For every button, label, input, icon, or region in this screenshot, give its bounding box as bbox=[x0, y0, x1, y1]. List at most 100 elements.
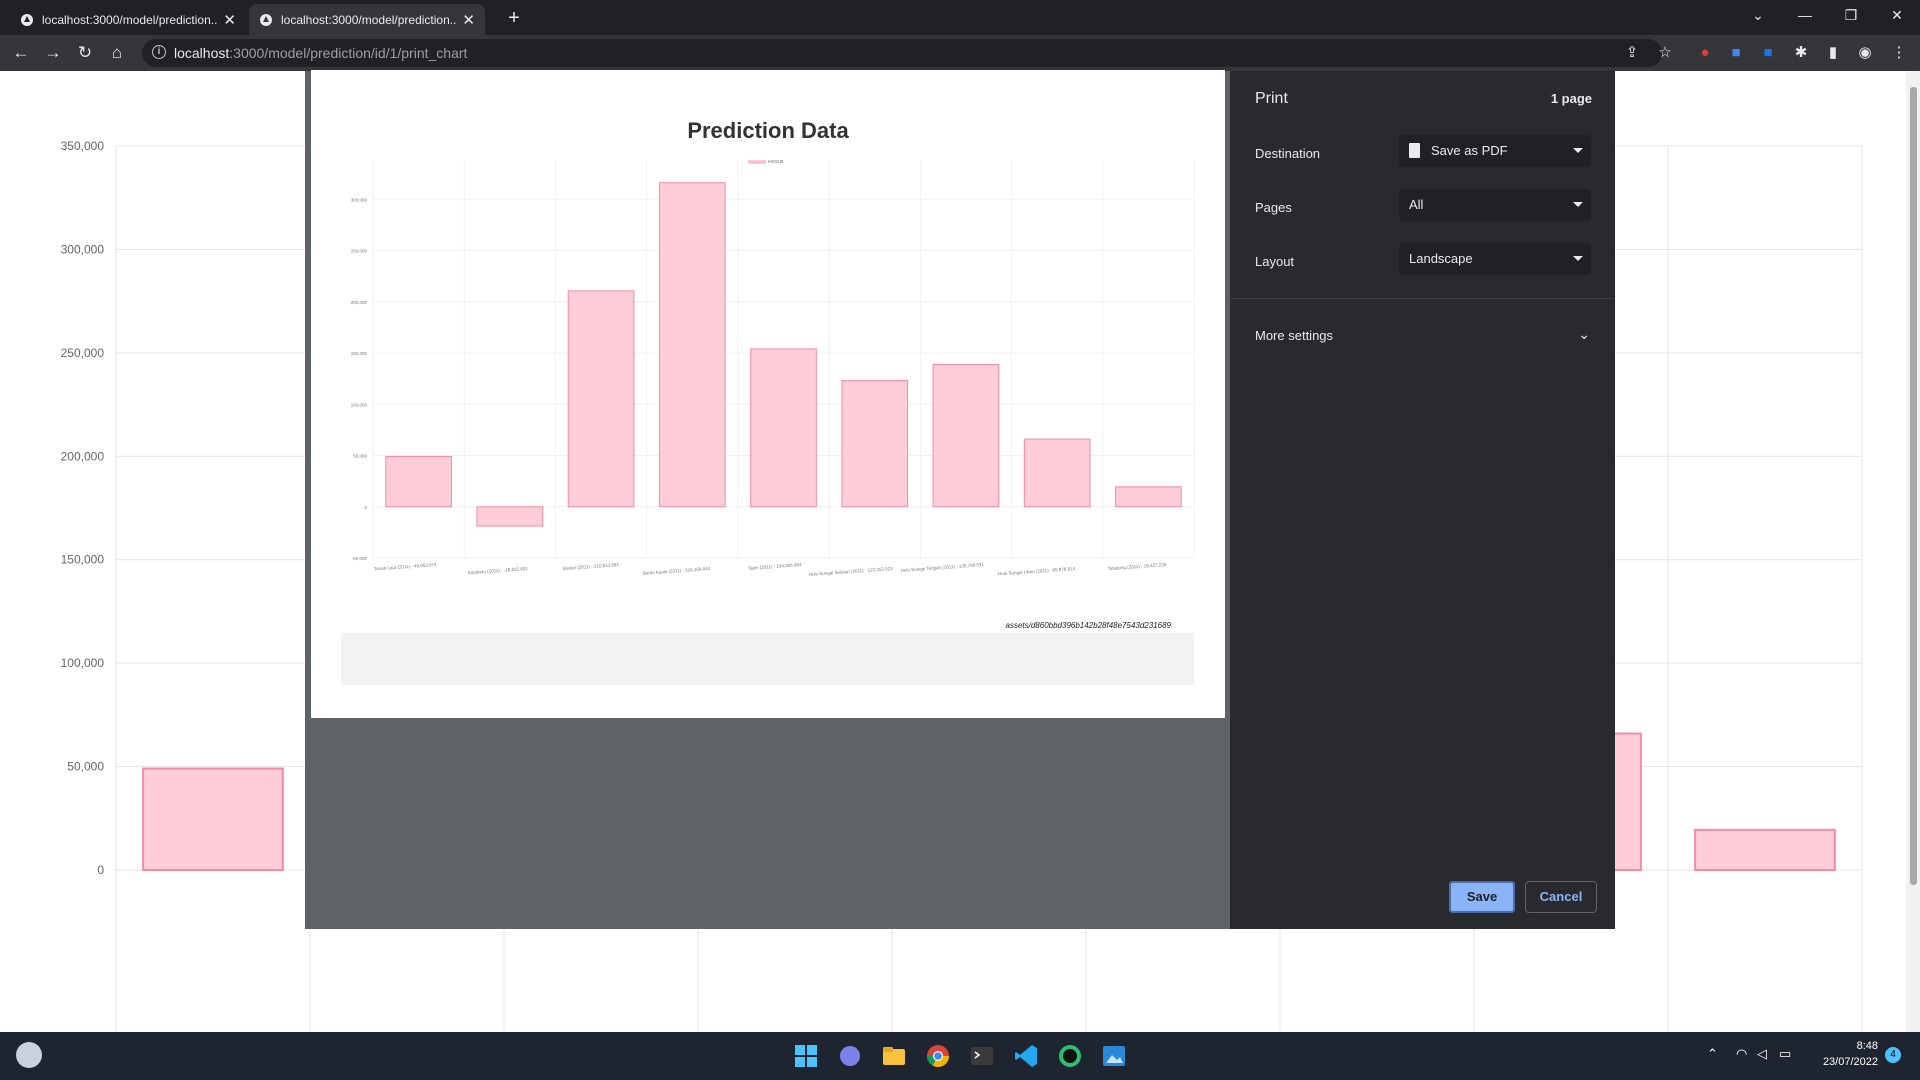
url-host: localhost bbox=[174, 45, 230, 61]
forward-icon[interactable]: → bbox=[39, 39, 67, 67]
globe-icon bbox=[259, 13, 273, 27]
legend-label: Result bbox=[768, 160, 784, 165]
x-tick-label: Hulu Sungai Tengah (2011) - 138,758.531 bbox=[900, 562, 984, 573]
terminal-icon[interactable] bbox=[966, 1040, 998, 1072]
dropdown-arrow-icon bbox=[1573, 148, 1583, 153]
home-icon[interactable]: ⌂ bbox=[103, 39, 131, 67]
tab-strip: localhost:3000/model/prediction... ✕ loc… bbox=[0, 0, 1920, 35]
browser-tab[interactable]: localhost:3000/model/prediction... ✕ bbox=[10, 4, 246, 35]
y-tick-label: 150,000 bbox=[351, 351, 368, 356]
battery-icon[interactable]: ▭ bbox=[1779, 1046, 1791, 1062]
y-tick-label: 300,000 bbox=[351, 197, 368, 202]
hs-app-icon[interactable] bbox=[1054, 1040, 1086, 1072]
pages-label: Pages bbox=[1255, 200, 1292, 215]
clock-date: 23/07/2022 bbox=[1822, 1056, 1878, 1068]
restore-icon[interactable]: ❐ bbox=[1828, 0, 1874, 30]
chart-bar bbox=[1694, 828, 1836, 871]
chart-bar bbox=[658, 182, 726, 508]
y-tick-label: 350,000 bbox=[61, 139, 105, 153]
dropdown-arrow-icon bbox=[1573, 256, 1583, 261]
info-icon[interactable]: i bbox=[152, 45, 166, 59]
photos-icon[interactable] bbox=[1098, 1040, 1130, 1072]
bookmark-star-icon[interactable]: ☆ bbox=[1654, 42, 1676, 64]
pages-select[interactable]: All bbox=[1399, 189, 1591, 221]
vscode-icon[interactable] bbox=[1010, 1040, 1042, 1072]
url-path: :3000/model/prediction/id/1/print_chart bbox=[229, 45, 468, 61]
chrome-icon[interactable] bbox=[922, 1040, 954, 1072]
destination-select[interactable]: Save as PDF bbox=[1399, 135, 1591, 167]
scrollbar-thumb[interactable] bbox=[1910, 87, 1917, 885]
minimize-icon[interactable]: — bbox=[1782, 0, 1828, 30]
cancel-button[interactable]: Cancel bbox=[1525, 881, 1597, 913]
x-tick-label: Barito Kuala (2011) - 316,158.844 bbox=[643, 566, 711, 576]
window-close-icon[interactable]: ✕ bbox=[1874, 0, 1920, 30]
y-tick-label: 200,000 bbox=[61, 449, 105, 463]
page-title: Prediction Data bbox=[687, 118, 849, 143]
translate-extension-icon[interactable]: ■ bbox=[1725, 42, 1747, 64]
chart-bar bbox=[932, 364, 1000, 508]
y-tick-label: 100,000 bbox=[61, 656, 105, 670]
start-icon[interactable] bbox=[790, 1040, 822, 1072]
close-icon[interactable]: ✕ bbox=[223, 11, 236, 29]
back-icon[interactable]: ← bbox=[7, 39, 35, 67]
extensions-puzzle-icon[interactable]: ✱ bbox=[1790, 42, 1812, 64]
side-panel-icon[interactable]: ▮ bbox=[1822, 42, 1844, 64]
system-clock[interactable]: 8:48 23/07/2022 bbox=[1810, 1038, 1878, 1070]
new-tab-button[interactable]: + bbox=[500, 4, 528, 32]
print-title: Print bbox=[1255, 90, 1288, 107]
y-tick-label: 50,000 bbox=[67, 760, 104, 774]
weather-icon[interactable] bbox=[16, 1042, 42, 1068]
close-icon[interactable]: ✕ bbox=[462, 11, 475, 29]
x-tick-label: Tapin (2011) - 154,006.984 bbox=[748, 562, 802, 571]
layout-select[interactable]: Landscape bbox=[1399, 243, 1591, 275]
taskbar: ⌃ ◠ ◁ ▭ 8:48 23/07/2022 4 bbox=[0, 1032, 1920, 1080]
volume-icon[interactable]: ◁ bbox=[1757, 1046, 1767, 1062]
reload-icon[interactable]: ↻ bbox=[71, 39, 99, 67]
file-explorer-icon[interactable] bbox=[878, 1040, 910, 1072]
y-tick-label: 200,000 bbox=[351, 300, 368, 305]
globe-icon bbox=[20, 13, 34, 27]
y-tick-label: 100,000 bbox=[351, 402, 368, 407]
ublock-extension-icon[interactable]: ● bbox=[1694, 42, 1716, 64]
legend-swatch bbox=[748, 160, 766, 164]
toolbar: ← → ↻ ⌂ i localhost:3000/model/predictio… bbox=[0, 35, 1920, 71]
y-tick-label: 50,000 bbox=[353, 454, 367, 459]
preview-page: Prediction Data 350,000300,000250,000200… bbox=[311, 70, 1225, 718]
tab-search-icon[interactable]: ⌄ bbox=[1735, 0, 1781, 30]
layout-label: Layout bbox=[1255, 254, 1295, 269]
x-tick-label: Hulu Sungai Utara (2011) - 65,978.914 bbox=[998, 566, 1076, 576]
pages-value: All bbox=[1409, 197, 1424, 212]
address-bar[interactable]: i localhost:3000/model/prediction/id/1/p… bbox=[142, 39, 1662, 67]
chevron-up-icon[interactable]: ⌃ bbox=[1707, 1046, 1718, 1062]
y-tick-label: 250,000 bbox=[351, 249, 368, 254]
document-icon bbox=[1409, 143, 1420, 158]
tab-title: localhost:3000/model/prediction... bbox=[42, 12, 218, 27]
save-button[interactable]: Save bbox=[1449, 881, 1515, 913]
layout-value: Landscape bbox=[1409, 251, 1473, 266]
y-tick-label: 0 bbox=[364, 505, 367, 510]
teams-chat-icon[interactable] bbox=[834, 1040, 866, 1072]
destination-label: Destination bbox=[1255, 146, 1321, 161]
x-tick-label: Tanah Laut (2011) - 49,053.074 bbox=[374, 562, 437, 571]
extension-icon[interactable]: ■ bbox=[1757, 42, 1779, 64]
x-tick-label: Hulu Sungai Selatan (2011) - 123,253.523 bbox=[809, 566, 894, 577]
notification-badge[interactable]: 4 bbox=[1885, 1047, 1901, 1063]
wifi-icon[interactable]: ◠ bbox=[1736, 1046, 1747, 1062]
share-icon[interactable]: ⇪ bbox=[1621, 42, 1643, 64]
page-scrollbar[interactable] bbox=[1906, 71, 1920, 1032]
x-tick-label: Tabalong (2011) - 19,427.238 bbox=[1108, 562, 1167, 571]
asset-hash: assets/d860bbd396b142b28f48e7543d231689 bbox=[1005, 621, 1172, 630]
dropdown-arrow-icon bbox=[1573, 202, 1583, 207]
chart-bar bbox=[1115, 486, 1182, 508]
chevron-down-icon[interactable]: ⌄ bbox=[1578, 326, 1590, 343]
profile-avatar[interactable]: ◉ bbox=[1854, 42, 1876, 64]
url-text: localhost:3000/model/prediction/id/1/pri… bbox=[174, 45, 467, 61]
page-count: 1 page bbox=[1550, 91, 1592, 106]
y-tick-label: 150,000 bbox=[61, 553, 105, 567]
menu-icon[interactable]: ⋮ bbox=[1888, 42, 1910, 64]
chart-bar bbox=[841, 379, 909, 508]
print-settings-panel: Print 1 page Destination Save as PDF Pag… bbox=[1230, 71, 1615, 929]
browser-tab-active[interactable]: localhost:3000/model/prediction... ✕ bbox=[249, 4, 485, 35]
chart-bar bbox=[1023, 438, 1091, 508]
more-settings-toggle[interactable]: More settings bbox=[1255, 328, 1333, 343]
